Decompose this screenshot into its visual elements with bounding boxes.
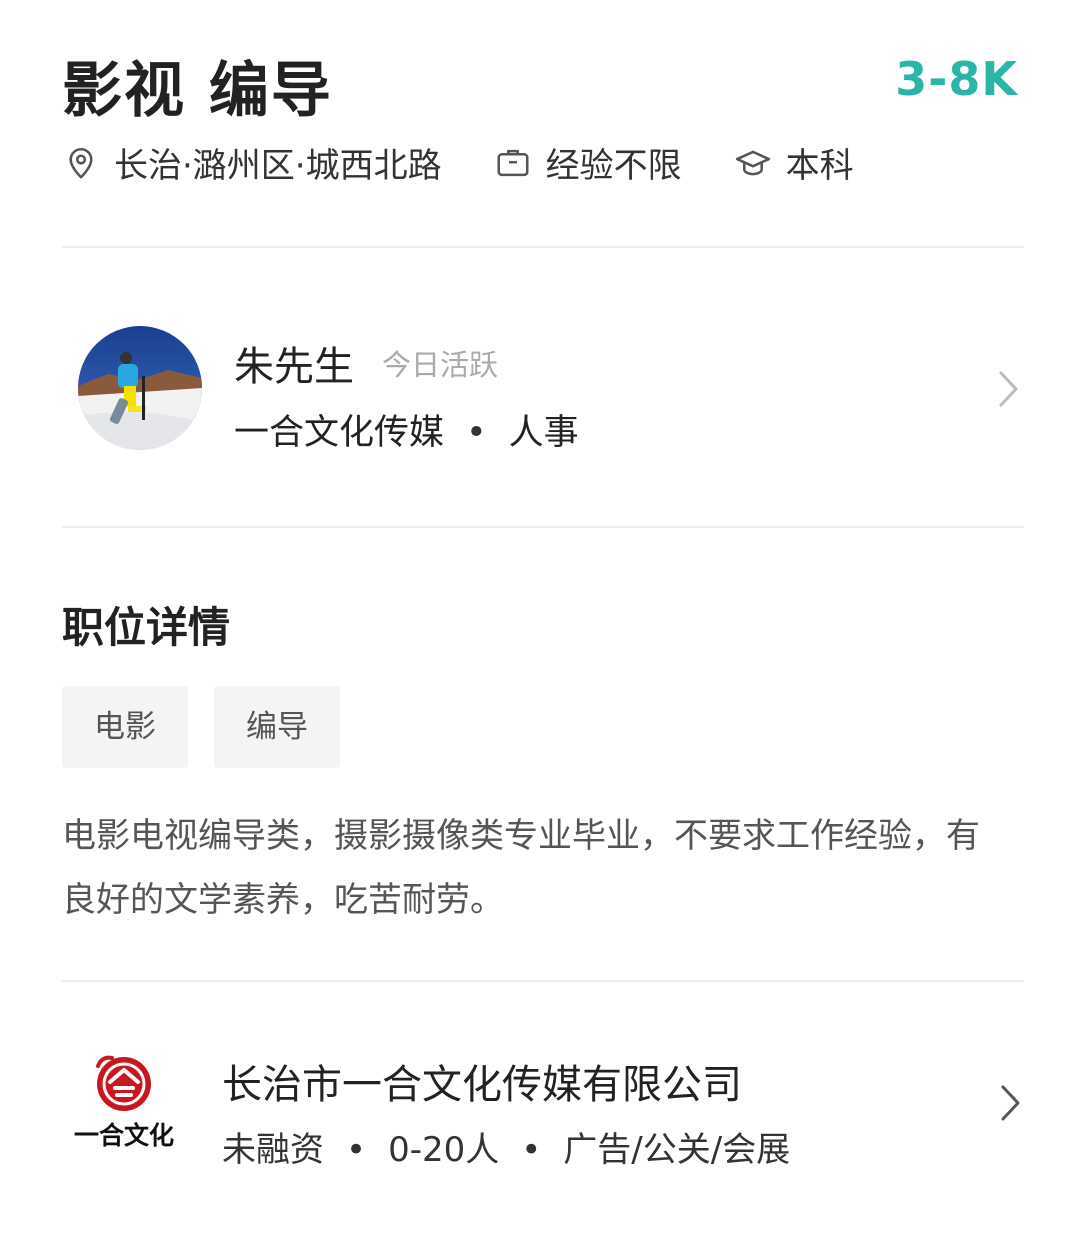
experience-meta: 经验不限 — [494, 138, 682, 187]
salary: 3-8K — [895, 52, 1018, 106]
company-logo-text: 一合文化 — [74, 1121, 174, 1150]
divider — [62, 980, 1024, 982]
briefcase-icon — [497, 149, 529, 176]
company-card[interactable]: 一合文化 长治市一合文化传媒有限公司 未融资 • 0-20人 • 广告/公关/会展 — [62, 1046, 1024, 1176]
separator-dot: • — [346, 1130, 367, 1170]
chevron-right-icon[interactable] — [1000, 1084, 1022, 1122]
divider — [62, 526, 1024, 528]
education-meta: 本科 — [734, 138, 854, 187]
company-meta: 未融资 • 0-20人 • 广告/公关/会展 — [222, 1122, 790, 1171]
company-industry: 广告/公关/会展 — [563, 1130, 791, 1170]
avatar-image — [78, 326, 202, 450]
graduation-cap-icon — [735, 150, 770, 175]
job-tag: 电影 — [62, 686, 188, 768]
education-text: 本科 — [785, 146, 854, 186]
recruiter-affiliation: 一合文化传媒 • 人事 — [234, 404, 579, 455]
job-tag: 编导 — [214, 686, 340, 768]
job-title: 影视 编导 — [62, 56, 333, 126]
location-pin-icon — [69, 147, 93, 179]
job-description: 电影电视编导类，摄影摄像类专业毕业，不要求工作经验，有良好的文学素养，吃苦耐劳。 — [62, 816, 980, 920]
company-logo: 一合文化 — [74, 1055, 174, 1150]
separator-dot: • — [466, 413, 487, 453]
company-funding: 未融资 — [222, 1130, 324, 1170]
location-meta[interactable]: 长治·潞州区·城西北路 — [62, 138, 442, 187]
location-text: 长治·潞州区·城西北路 — [114, 146, 442, 186]
recruiter-active-status: 今日活跃 — [382, 348, 499, 382]
recruiter-card[interactable]: 朱先生 今日活跃 一合文化传媒 • 人事 — [78, 326, 1024, 453]
recruiter-role: 人事 — [508, 413, 579, 453]
separator-dot: • — [521, 1130, 542, 1170]
recruiter-avatar[interactable] — [78, 326, 202, 450]
section-title-job-detail: 职位详情 — [62, 603, 231, 652]
job-meta-row: 长治·潞州区·城西北路 经验不限 本科 — [62, 138, 854, 187]
company-name: 长治市一合文化传媒有限公司 — [222, 1062, 742, 1108]
job-tags: 电影 编导 — [62, 686, 366, 768]
recruiter-company: 一合文化传媒 — [234, 413, 445, 453]
recruiter-name: 朱先生 — [234, 344, 354, 390]
chevron-right-icon[interactable] — [998, 370, 1020, 408]
experience-text: 经验不限 — [545, 146, 682, 186]
job-detail-page: 影视 编导 3-8K 长治·潞州区·城西北路 经验不限 本科 朱先生 今日活跃 … — [0, 0, 1080, 1240]
divider — [62, 246, 1024, 248]
company-size: 0-20人 — [388, 1130, 500, 1170]
